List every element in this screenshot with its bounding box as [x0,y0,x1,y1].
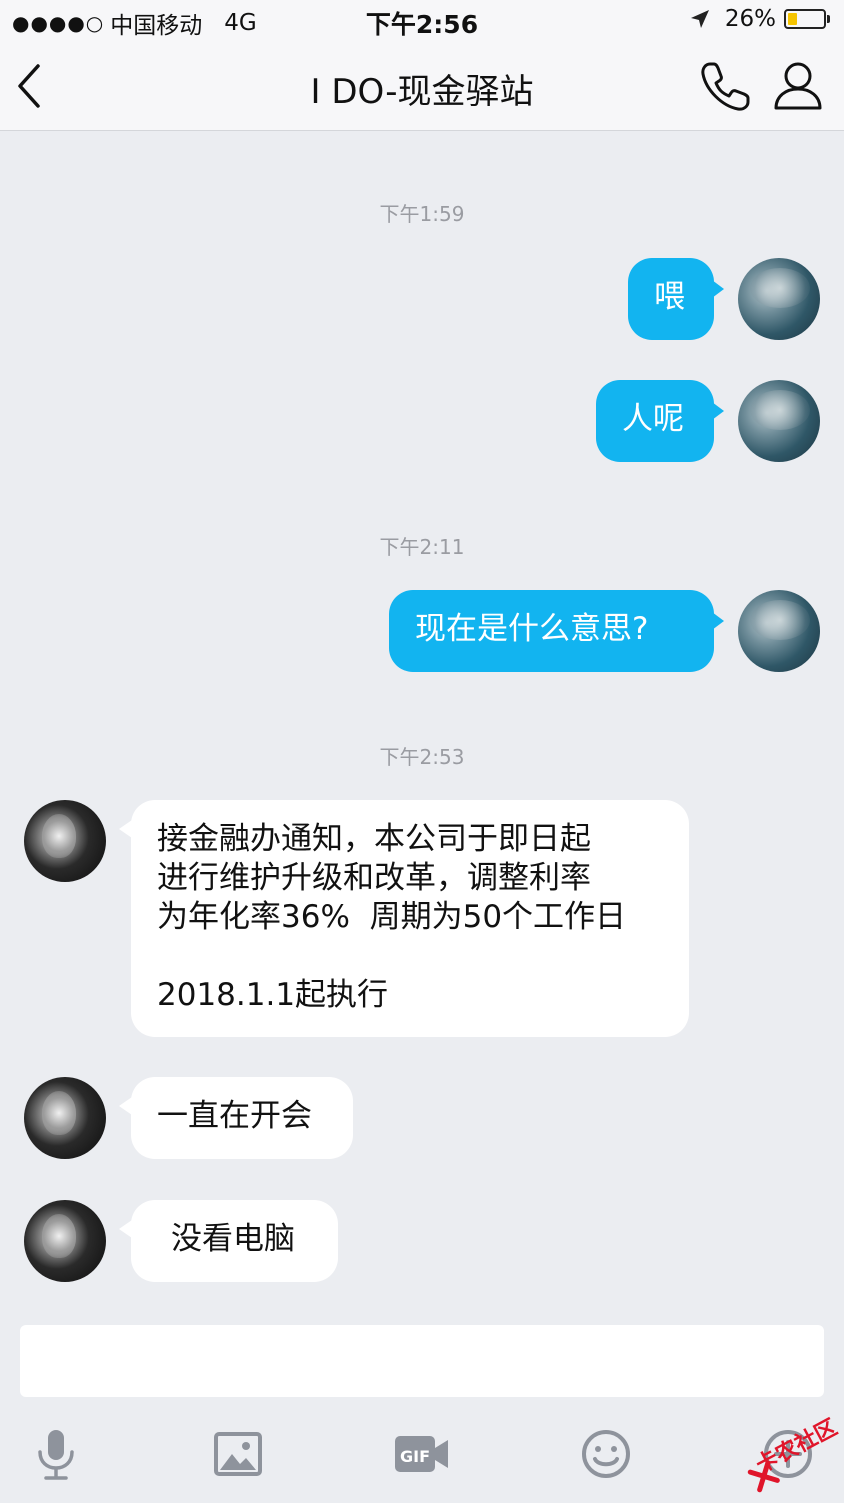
profile-icon[interactable] [772,60,824,112]
message-timestamp: 下午1:59 [379,202,465,226]
self-avatar[interactable] [738,590,820,672]
outgoing-message[interactable]: 现在是什么意思? [389,590,724,672]
gif-icon[interactable]: GIF [392,1426,452,1482]
message-timestamp: 下午2:53 [379,745,465,769]
outgoing-message[interactable]: 人呢 [596,380,724,462]
contact-avatar[interactable] [24,1077,106,1159]
nav-bar: I DO-现金驿站 [0,42,844,131]
message-line [157,937,663,976]
contact-avatar[interactable] [24,1200,106,1282]
battery-percent: 26% [724,6,776,32]
incoming-message[interactable]: 接金融办通知，本公司于即日起 进行维护升级和改革，调整利率 为年化率36% 周期… [119,800,689,1037]
battery-tip [827,15,830,23]
battery-level [788,13,797,25]
message-line: 进行维护升级和改革，调整利率 [157,860,591,896]
incoming-message[interactable]: 一直在开会 [119,1077,353,1159]
phone-call-icon[interactable] [698,60,752,114]
microphone-icon[interactable] [28,1426,84,1482]
location-arrow-icon [690,10,709,28]
status-right: 26% [689,6,830,32]
status-bar: ●●●●○ 中国移动 4G 下午2:56 26% [0,0,844,42]
svg-text:GIF: GIF [400,1447,430,1466]
outgoing-message[interactable]: 喂 [628,258,724,340]
message-line: 为年化率36% 周期为50个工作日 [157,899,627,935]
incoming-message[interactable]: 没看电脑 [119,1200,338,1282]
message-line: 2018.1.1起执行 [157,977,389,1013]
battery-icon [784,9,826,29]
self-avatar[interactable] [738,380,820,462]
emoji-icon[interactable] [578,1426,634,1482]
contact-avatar[interactable] [24,800,106,882]
message-input[interactable] [20,1325,824,1397]
self-avatar[interactable] [738,258,820,340]
input-toolbar: GIF [0,1410,844,1500]
message-line: 接金融办通知，本公司于即日起 [157,821,591,857]
image-icon[interactable] [210,1426,266,1482]
message-timestamp: 下午2:11 [379,535,465,559]
